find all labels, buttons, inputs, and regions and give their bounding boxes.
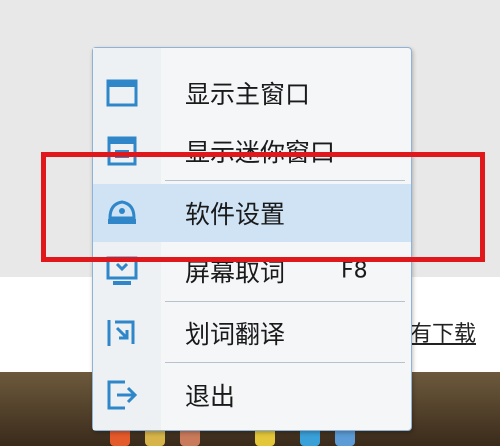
menu-item-label: 退出 (185, 382, 236, 411)
download-link[interactable]: 有下载 (410, 316, 476, 348)
select-translate-icon (107, 320, 135, 346)
menu-item-select-translate[interactable]: 划词翻译 (93, 304, 411, 362)
menu-item-shortcut: F8 (341, 258, 368, 284)
menu-item-show-main-window[interactable]: 显示主窗口 (93, 64, 411, 122)
main-window-icon (106, 79, 138, 107)
menu-item-label: 划词翻译 (185, 320, 286, 349)
exit-icon (107, 380, 138, 410)
menu-separator (165, 301, 405, 302)
annotation-highlight-box (41, 152, 485, 262)
menu-item-exit[interactable]: 退出 (93, 366, 411, 424)
menu-separator (165, 362, 405, 363)
menu-item-label: 显示主窗口 (185, 80, 311, 109)
